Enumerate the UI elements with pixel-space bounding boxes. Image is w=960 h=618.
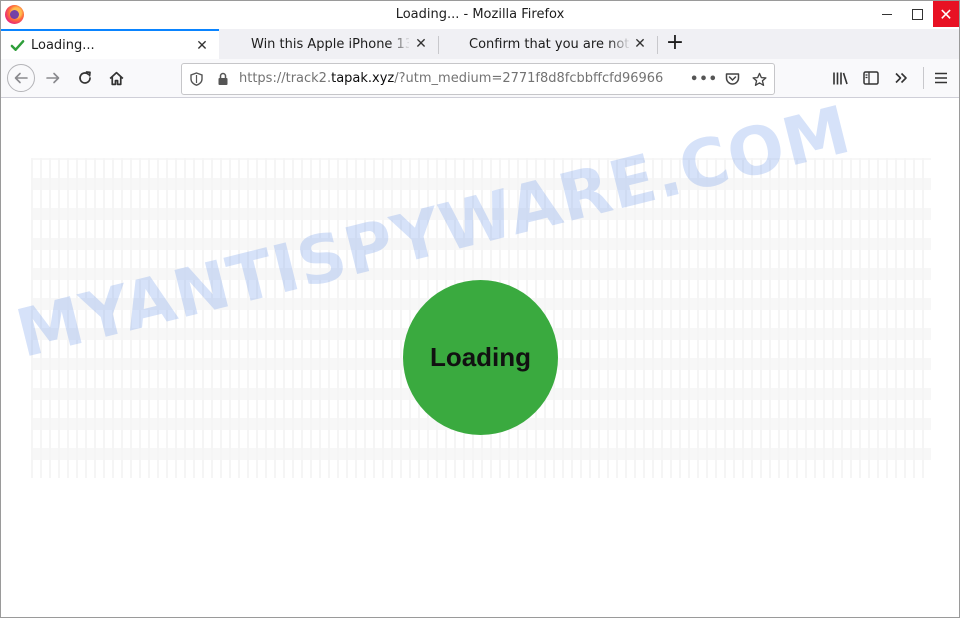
browser-window: Loading... - Mozilla Firefox ✕ Loading..… bbox=[0, 0, 960, 618]
window-title: Loading... - Mozilla Firefox bbox=[395, 7, 565, 22]
chevrons-right-icon bbox=[895, 72, 907, 84]
bookmark-star-icon[interactable] bbox=[751, 71, 767, 87]
maximize-button[interactable] bbox=[903, 1, 931, 27]
tab-fade bbox=[389, 29, 411, 59]
loading-text: Loading bbox=[429, 342, 532, 372]
close-icon: ✕ bbox=[939, 4, 953, 24]
forward-button[interactable] bbox=[39, 64, 67, 92]
tracking-shield-icon[interactable] bbox=[188, 71, 204, 87]
tab-confirm[interactable]: Confirm that you are not ✕ bbox=[439, 29, 657, 59]
lock-icon[interactable] bbox=[215, 71, 231, 87]
new-tab-button[interactable]: + bbox=[663, 32, 687, 56]
tab-separator bbox=[657, 36, 658, 54]
url-bar[interactable]: https://track2.tapak.xyz/?utm_medium=277… bbox=[181, 63, 775, 95]
tab-close-icon[interactable]: ✕ bbox=[413, 36, 429, 52]
sidebar-button[interactable] bbox=[857, 64, 885, 92]
page-content: MYANTISPYWARE.COM Loading bbox=[1, 98, 959, 617]
hamburger-menu-icon bbox=[935, 72, 947, 84]
url-path: /?utm_medium=2771f8d8fcbbffcfd96966 bbox=[394, 71, 664, 86]
library-icon bbox=[832, 72, 848, 84]
pocket-icon[interactable] bbox=[724, 71, 740, 87]
nav-toolbar: https://track2.tapak.xyz/?utm_medium=277… bbox=[1, 59, 959, 98]
overflow-menu-button[interactable] bbox=[887, 64, 915, 92]
close-window-button[interactable]: ✕ bbox=[933, 1, 959, 27]
loading-circle: Loading bbox=[403, 280, 558, 435]
app-menu-button[interactable] bbox=[927, 64, 955, 92]
minimize-icon bbox=[882, 13, 892, 15]
url-scheme: https://track2. bbox=[239, 71, 332, 86]
home-button[interactable] bbox=[102, 64, 130, 92]
page-actions-menu-icon[interactable]: ••• bbox=[690, 71, 717, 87]
back-arrow-icon bbox=[14, 72, 28, 84]
library-button[interactable] bbox=[826, 64, 854, 92]
maximize-icon bbox=[911, 8, 923, 20]
minimize-button[interactable] bbox=[873, 1, 901, 27]
check-icon bbox=[10, 39, 25, 51]
tab-close-icon[interactable]: ✕ bbox=[194, 38, 210, 54]
home-icon bbox=[109, 71, 123, 85]
tab-close-icon[interactable]: ✕ bbox=[632, 36, 648, 52]
back-button[interactable] bbox=[7, 64, 35, 92]
url-host: tapak.xyz bbox=[331, 71, 395, 86]
tab-fade bbox=[609, 29, 631, 59]
sidebar-icon bbox=[863, 71, 879, 85]
reload-button[interactable] bbox=[71, 64, 99, 92]
url-text[interactable]: https://track2.tapak.xyz/?utm_medium=277… bbox=[239, 71, 691, 86]
forward-arrow-icon bbox=[46, 72, 60, 84]
tab-label: Loading... bbox=[31, 37, 95, 53]
tab-strip: Loading... ✕ Win this Apple iPhone 13 ✕ … bbox=[1, 29, 959, 59]
tab-win-iphone[interactable]: Win this Apple iPhone 13 ✕ bbox=[221, 29, 437, 59]
title-bar: Loading... - Mozilla Firefox ✕ bbox=[1, 1, 959, 29]
reload-icon bbox=[79, 71, 91, 84]
tab-label: Win this Apple iPhone 13 bbox=[251, 36, 409, 52]
toolbar-separator bbox=[923, 67, 924, 89]
tab-loading[interactable]: Loading... ✕ bbox=[1, 29, 219, 59]
